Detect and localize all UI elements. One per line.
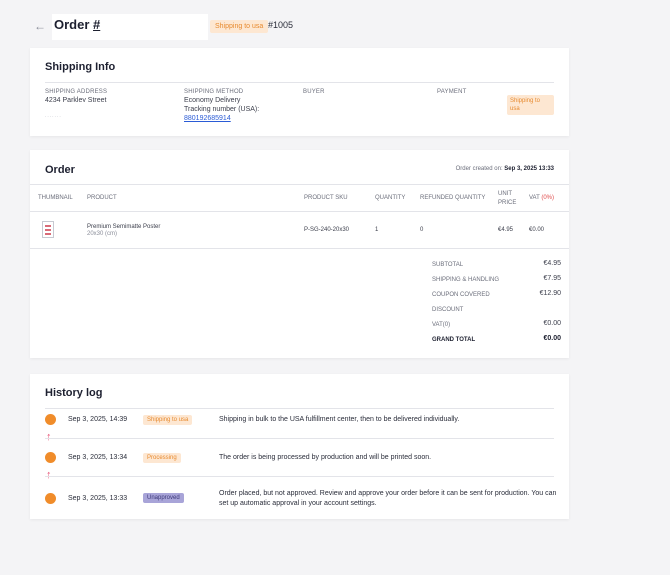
table-row: Premium Semimatte Poster 20x30 (cm) [87, 224, 160, 237]
address-placeholder: ....... [45, 113, 62, 119]
vat-value: €0.00 [543, 320, 561, 327]
page-title: Order # [54, 17, 101, 32]
product-thumbnail[interactable] [42, 221, 54, 238]
col-unit-price-line2: PRICE [498, 200, 517, 206]
grand-total-value: €0.00 [543, 335, 561, 342]
col-thumbnail: THUMBNAIL [38, 195, 73, 201]
divider [45, 438, 554, 439]
shipping-info-card: Shipping Info SHIPPING ADDRESS SHIPPING … [30, 48, 569, 136]
subtotal-value: €4.95 [543, 260, 561, 267]
history-status-badge: Processing [143, 453, 181, 463]
col-vat-percent: (0%) [541, 195, 555, 201]
history-date: Sep 3, 2025, 13:34 [68, 454, 128, 461]
history-message: Order placed, but not approved. Review a… [219, 490, 557, 507]
discount-label: DISCOUNT [432, 307, 464, 313]
order-created: Order created on: Sep 3, 2025 13:33 [456, 166, 554, 172]
coupon-label: COUPON COVERED [432, 292, 490, 298]
col-unit-price: UNIT PRICE [498, 190, 516, 208]
timeline-dot [45, 452, 56, 463]
history-message: Shipping in bulk to the USA fulfillment … [219, 416, 460, 423]
payment-status-badge: Shipping to usa [507, 95, 554, 115]
timeline-dot [45, 493, 56, 504]
subtotal-label: SUBTOTAL [432, 262, 464, 268]
timeline-dot [45, 414, 56, 425]
payment-heading: PAYMENT [437, 89, 467, 95]
col-vat-label: VAT [529, 195, 540, 201]
status-badge: Shipping to usa [210, 20, 269, 33]
product-vat: €0.00 [529, 227, 545, 233]
col-product: PRODUCT [87, 195, 117, 201]
col-vat: VAT (0%) [529, 194, 554, 203]
product-size: 20x30 (cm) [87, 231, 118, 237]
history-status-badge: Shipping to usa [143, 415, 193, 425]
history-message: The order is being processed by producti… [219, 454, 432, 461]
order-header: ← Order # Shipping to usa #1005 [30, 14, 640, 40]
product-name: Premium Semimatte Poster [87, 224, 161, 230]
product-sku: P-SG-240-20x30 [304, 227, 350, 233]
history-status-badge: Unapproved [143, 493, 184, 503]
divider [30, 248, 569, 249]
shipping-method-value: Economy Delivery [184, 97, 241, 104]
divider [45, 82, 554, 83]
vat-label: VAT(0) [432, 322, 451, 328]
order-title: Order [45, 164, 75, 176]
shipping-label: SHIPPING & HANDLING [432, 277, 500, 283]
shipping-method-heading: SHIPPING METHOD [184, 89, 244, 95]
shipping-address-heading: SHIPPING ADDRESS [45, 89, 108, 95]
buyer-heading: BUYER [303, 89, 325, 95]
history-log-title: History log [45, 387, 103, 399]
created-label: Order created on: [455, 166, 503, 172]
history-log-card: History log Sep 3, 2025, 14:39 Shipping … [30, 374, 569, 519]
shipping-info-title: Shipping Info [45, 61, 116, 73]
arrow-left-icon[interactable]: ← [34, 19, 46, 33]
col-sku: PRODUCT SKU [304, 195, 348, 201]
history-date: Sep 3, 2025, 13:33 [68, 495, 128, 502]
product-refunded: 0 [420, 227, 424, 233]
divider [45, 476, 554, 477]
divider [45, 408, 554, 409]
order-number: #1005 [268, 20, 294, 30]
tracking-label: Tracking number (USA): [184, 106, 260, 113]
divider [30, 184, 569, 185]
order-card: Order Order created on: Sep 3, 2025 13:3… [30, 150, 569, 358]
coupon-value: €12.90 [539, 290, 561, 297]
shipping-value: €7.95 [543, 275, 561, 282]
product-unit-price: €4.95 [498, 227, 514, 233]
col-unit-price-line1: UNIT [498, 191, 512, 197]
divider [30, 211, 569, 212]
grand-total-label: GRAND TOTAL [432, 337, 476, 343]
created-value: Sep 3, 2025 13:33 [504, 166, 554, 172]
col-refunded: REFUNDED QUANTITY [420, 195, 486, 201]
col-quantity: QUANTITY [375, 195, 406, 201]
shipping-address-value: 4234 Parkley Street [45, 97, 107, 102]
product-quantity: 1 [375, 227, 379, 233]
history-date: Sep 3, 2025, 14:39 [68, 416, 128, 423]
tracking-number-link[interactable]: 880192685914 [184, 115, 231, 122]
